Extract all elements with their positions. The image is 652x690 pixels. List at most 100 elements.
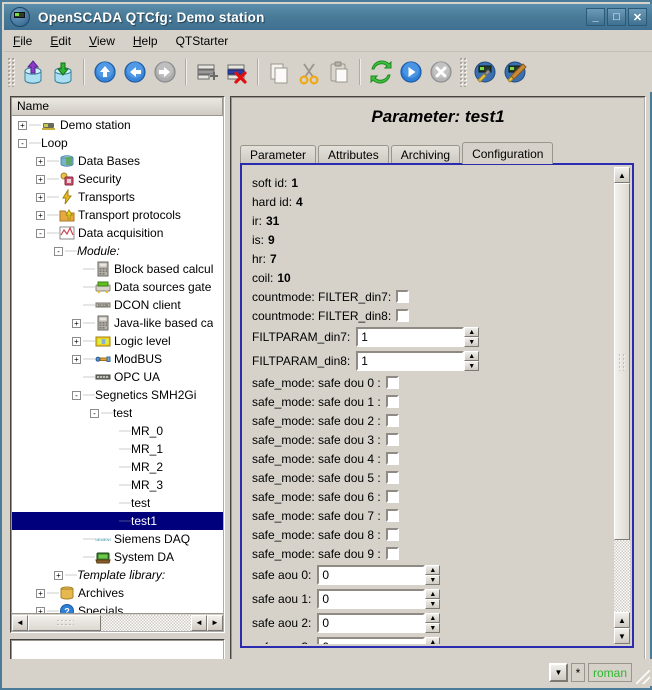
tree-item[interactable]: MR_2	[12, 458, 223, 476]
spinbox-up-icon[interactable]: ▲	[425, 565, 440, 575]
config-spinbox-field[interactable]: 1	[356, 327, 464, 347]
tree-item[interactable]: MR_3	[12, 476, 223, 494]
config-checkbox[interactable]	[396, 309, 409, 322]
tree-hscroll-right-button[interactable]: ►	[207, 615, 223, 631]
toolbar-grip-2[interactable]	[459, 57, 467, 87]
expand-icon[interactable]: +	[72, 319, 81, 328]
menu-help[interactable]: Help	[124, 32, 167, 50]
config-editor-icon[interactable]	[471, 57, 499, 87]
collapse-icon[interactable]: -	[18, 139, 27, 148]
tree-hscroll-track[interactable]	[28, 615, 191, 631]
close-button[interactable]: ✕	[628, 8, 647, 26]
minimize-button[interactable]: _	[586, 8, 605, 26]
expand-icon[interactable]: +	[72, 337, 81, 346]
expand-icon[interactable]: +	[36, 193, 45, 202]
config-tool-icon[interactable]	[501, 57, 529, 87]
tab-configuration[interactable]: Configuration	[462, 142, 553, 164]
config-vscroll-down-button[interactable]: ▼	[614, 628, 630, 644]
collapse-icon[interactable]: -	[54, 247, 63, 256]
config-spinbox-field[interactable]: 0	[317, 637, 425, 644]
config-spinbox[interactable]: 0▲▼	[317, 565, 440, 585]
delete-node-icon[interactable]	[223, 57, 251, 87]
save-to-db-icon[interactable]	[49, 57, 77, 87]
copy-icon[interactable]	[265, 57, 293, 87]
tree-item[interactable]: MR_1	[12, 440, 223, 458]
stop-icon[interactable]	[427, 57, 455, 87]
expand-icon[interactable]: +	[36, 211, 45, 220]
go-forward-icon[interactable]	[151, 57, 179, 87]
expand-icon[interactable]: +	[36, 175, 45, 184]
config-checkbox[interactable]	[386, 528, 399, 541]
maximize-button[interactable]: □	[607, 8, 626, 26]
add-node-icon[interactable]	[193, 57, 221, 87]
cut-icon[interactable]	[295, 57, 323, 87]
configuration-vertical-scrollbar[interactable]: ▲ ▲ ▼	[614, 167, 630, 644]
tree-hscroll-left-button[interactable]: ◄	[12, 615, 28, 631]
config-spinbox[interactable]: 1▲▼	[356, 351, 479, 371]
spinbox-down-icon[interactable]: ▼	[425, 575, 440, 585]
expand-icon[interactable]: +	[36, 157, 45, 166]
tree-status-field[interactable]	[10, 639, 225, 661]
tree-item[interactable]: +ModBUS	[12, 350, 223, 368]
tree-item[interactable]: +Java-like based ca	[12, 314, 223, 332]
config-spinbox-field[interactable]: 0	[317, 565, 425, 585]
tab-parameter[interactable]: Parameter	[240, 145, 316, 164]
menu-file[interactable]: File	[4, 32, 41, 50]
expand-icon[interactable]: +	[18, 121, 27, 130]
spinbox-up-icon[interactable]: ▲	[425, 589, 440, 599]
tree-item[interactable]: Data sources gate	[12, 278, 223, 296]
tree-item[interactable]: +Data Bases	[12, 152, 223, 170]
config-checkbox[interactable]	[386, 452, 399, 465]
tree-item[interactable]: +Archives	[12, 584, 223, 602]
tree-item-selected[interactable]: test1	[12, 512, 223, 530]
resize-grip-icon[interactable]	[636, 670, 650, 684]
tree-item[interactable]: +Logic level	[12, 332, 223, 350]
config-vscroll-track[interactable]	[614, 183, 630, 612]
load-from-db-icon[interactable]	[19, 57, 47, 87]
spinbox-up-icon[interactable]: ▲	[464, 327, 479, 337]
expand-icon[interactable]: +	[36, 589, 45, 598]
config-spinbox-field[interactable]: 0	[317, 589, 425, 609]
tree-item[interactable]: -Loop	[12, 134, 223, 152]
config-spinbox[interactable]: 0▲▼	[317, 589, 440, 609]
spinbox-up-icon[interactable]: ▲	[425, 637, 440, 644]
tree-item[interactable]: Block based calcul	[12, 260, 223, 278]
config-checkbox[interactable]	[386, 433, 399, 446]
config-vscroll-up-button[interactable]: ▲	[614, 167, 630, 183]
start-icon[interactable]	[397, 57, 425, 87]
tree-horizontal-scrollbar[interactable]: ◄ ◄ ►	[12, 613, 223, 631]
config-checkbox[interactable]	[396, 290, 409, 303]
go-back-icon[interactable]	[121, 57, 149, 87]
tree-item[interactable]: -Data acquisition	[12, 224, 223, 242]
go-up-icon[interactable]	[91, 57, 119, 87]
config-checkbox[interactable]	[386, 414, 399, 427]
config-spinbox-field[interactable]: 0	[317, 613, 425, 633]
paste-icon[interactable]	[325, 57, 353, 87]
spinbox-up-icon[interactable]: ▲	[425, 613, 440, 623]
config-vscroll-thumb[interactable]	[614, 183, 630, 540]
config-checkbox[interactable]	[386, 509, 399, 522]
menu-edit[interactable]: Edit	[41, 32, 80, 50]
config-spinbox-field[interactable]: 1	[356, 351, 464, 371]
tab-bar[interactable]: ParameterAttributesArchivingConfiguratio…	[240, 142, 555, 164]
config-checkbox[interactable]	[386, 376, 399, 389]
tree-hscroll-back-button[interactable]: ◄	[191, 615, 207, 631]
tree-item[interactable]: +Transport protocols	[12, 206, 223, 224]
tree-item[interactable]: test	[12, 494, 223, 512]
menu-view[interactable]: View	[80, 32, 124, 50]
tree-item[interactable]: -test	[12, 404, 223, 422]
spinbox-down-icon[interactable]: ▼	[425, 599, 440, 609]
configuration-list[interactable]: soft id:1hard id:4ir:31is:9hr:7coil:10co…	[244, 167, 612, 644]
expand-icon[interactable]: +	[54, 571, 63, 580]
spinbox-down-icon[interactable]: ▼	[464, 361, 479, 371]
refresh-icon[interactable]	[367, 57, 395, 87]
tree-item[interactable]: OPC UA	[12, 368, 223, 386]
tree-item[interactable]: DCONDCON client	[12, 296, 223, 314]
spinbox-down-icon[interactable]: ▼	[425, 623, 440, 633]
config-checkbox[interactable]	[386, 471, 399, 484]
tree-item[interactable]: +Security	[12, 170, 223, 188]
current-user[interactable]: roman	[588, 663, 632, 682]
tree-item[interactable]: +Transports	[12, 188, 223, 206]
collapse-icon[interactable]: -	[90, 409, 99, 418]
config-vscroll-up2-button[interactable]: ▲	[614, 612, 630, 628]
